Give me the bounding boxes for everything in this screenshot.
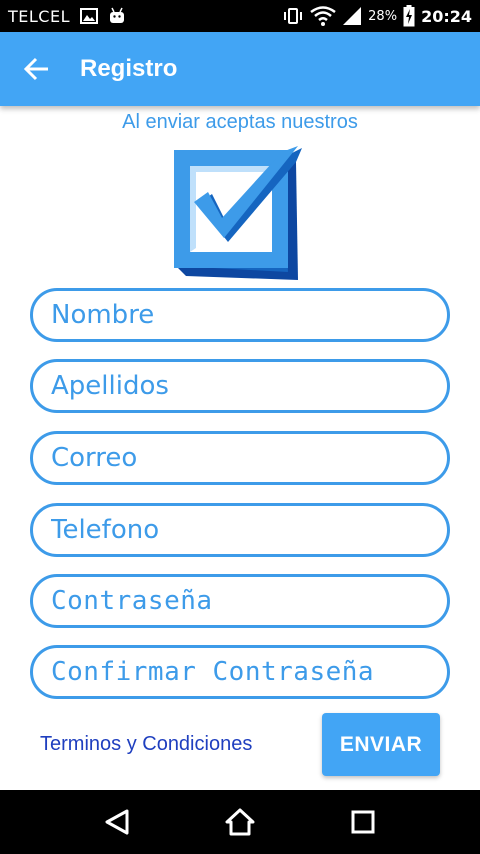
status-left: TELCEL [8,7,126,26]
wifi-icon [310,6,336,26]
send-button[interactable]: ENVIAR [322,713,440,776]
home-icon [225,808,255,836]
back-button[interactable] [0,32,74,106]
signal-icon [342,6,362,26]
vibrate-icon [282,7,304,25]
terms-link[interactable]: Terminos y Condiciones [40,733,252,756]
android-icon [108,7,126,25]
clock: 20:24 [421,6,472,26]
back-triangle-icon [105,809,129,835]
battery-charging-icon [403,5,415,27]
correo-field[interactable] [30,431,450,485]
nav-bar [0,790,480,854]
confirm-password-field[interactable] [30,645,450,699]
arrow-back-icon [24,57,48,81]
status-right: 28% 20:24 [282,5,472,27]
checkbox-check-icon [174,146,302,280]
apellidos-field[interactable] [30,359,450,413]
nombre-field[interactable] [30,288,450,342]
page-title: Registro [80,55,178,82]
telefono-field[interactable] [30,503,450,557]
nav-home-button[interactable] [210,792,270,852]
status-bar: TELCEL 28% 20:24 [0,0,480,32]
image-icon [80,8,98,24]
terms-notice: Al enviar aceptas nuestros [122,111,358,133]
password-field[interactable] [30,574,450,628]
nav-recents-button[interactable] [333,792,393,852]
recents-square-icon [351,810,375,834]
battery-percent: 28% [368,8,398,24]
app-bar: Registro [0,32,480,106]
carrier-name: TELCEL [8,6,70,26]
nav-back-button[interactable] [87,792,147,852]
